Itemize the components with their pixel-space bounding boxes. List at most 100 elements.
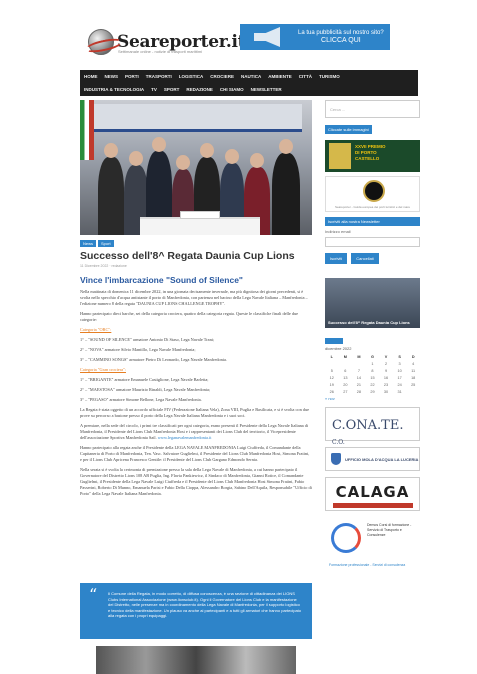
result-item: 1° – "SOUND OF SILENCE" armatore Antonio… bbox=[80, 337, 215, 342]
newsletter-buttons: Iscriviti Cancellati bbox=[325, 253, 420, 264]
site-header: Seareporter.it Settimanale online - noti… bbox=[0, 0, 477, 70]
blockquote: “ Il Comune della Regata, in modo corret… bbox=[80, 583, 312, 639]
article: News Sport Successo dell'8^ Regata Dauni… bbox=[80, 100, 312, 501]
nav-item-newsletter[interactable]: NEWSLETTER bbox=[251, 87, 282, 92]
nav-row-2: INDUSTRIA & TECNOLOGIA TV SPORT REDAZION… bbox=[80, 83, 418, 96]
event-banner bbox=[90, 104, 302, 132]
ad-line2: CLICCA QUI bbox=[321, 37, 361, 44]
ad1-line3: CASTELLO bbox=[355, 156, 380, 161]
nav-item-turismo[interactable]: TURISMO bbox=[319, 74, 340, 79]
ads-tab: Cliccate sulle immagini bbox=[325, 125, 372, 134]
nav-item-industria[interactable]: INDUSTRIA & TECNOLOGIA bbox=[84, 87, 144, 92]
globe-icon bbox=[88, 29, 114, 55]
article-title: Successo dell'8^ Regata Daunia Cup Lions bbox=[80, 250, 295, 262]
quote-text: Il Comune della Regata, in modo corretto… bbox=[108, 591, 302, 619]
result-item: 3° – "PEGASO" armatore Simone Bellone, L… bbox=[80, 397, 202, 402]
category-heading: Categoria "ORC": bbox=[80, 327, 112, 332]
tag-news[interactable]: News bbox=[80, 240, 97, 247]
nav-item-chi-siamo[interactable]: CHI SIAMO bbox=[220, 87, 244, 92]
result-item: 2° – "NOVA" armatore Silvio Mantillo, Le… bbox=[80, 347, 196, 352]
article-body: Nella mattinata di domenica 11 dicembre … bbox=[80, 289, 312, 497]
paragraph: A premiare, nella sede del circolo, i pr… bbox=[80, 423, 312, 441]
logo-tagline: Settimanale online - notizie di trasport… bbox=[118, 49, 203, 54]
paragraph: Nella mattinata di domenica 11 dicembre … bbox=[80, 289, 308, 306]
calendar-head: L M M G V S D bbox=[330, 354, 415, 359]
calendar-title: dicembre 2022 bbox=[325, 346, 352, 351]
nav-item-news[interactable]: NEWS bbox=[105, 74, 119, 79]
sponsor-logo-calaga[interactable]: CALAGA bbox=[325, 477, 420, 511]
nav-item-crociere[interactable]: CROCIERE bbox=[210, 74, 234, 79]
search-input[interactable]: Cerca ... bbox=[325, 100, 420, 118]
ad-text: La tua pubblicità sul nostro sito? CLICC… bbox=[298, 29, 384, 45]
header-ad-banner[interactable]: La tua pubblicità sul nostro sito? CLICC… bbox=[240, 24, 390, 50]
nav-item-porti[interactable]: PORTI bbox=[125, 74, 139, 79]
ufficio-logo-text: UFFICIO MOLA D'ACQUA LA LUCERIA bbox=[345, 456, 419, 462]
nav-item-trasporti[interactable]: TRASPORTI bbox=[146, 74, 172, 79]
newsletter-tab: Iscriviti alla nostra Newsletter bbox=[325, 217, 420, 226]
ad2-caption: Seareporter - Guida europea dei porti tu… bbox=[334, 205, 411, 209]
demos-ring-icon bbox=[331, 523, 361, 553]
unsubscribe-button[interactable]: Cancellati bbox=[351, 253, 379, 264]
conate-logo-text: C.ONA.TE. bbox=[332, 418, 404, 433]
photo-caption: Successo dell'8^ Regata Daunia Cup Lions bbox=[328, 320, 410, 325]
tag-sport[interactable]: Sport bbox=[98, 240, 114, 247]
calaga-logo-text: CALAGA bbox=[335, 483, 410, 501]
quote-icon: “ bbox=[89, 585, 98, 604]
ad-line1: La tua pubblicità sul nostro sito? bbox=[298, 30, 384, 36]
megaphone-icon bbox=[254, 27, 280, 47]
nav-item-redazione[interactable]: REDAZIONE bbox=[186, 87, 213, 92]
article-hero-photo bbox=[80, 100, 312, 235]
person bbox=[98, 143, 124, 235]
subscribe-button[interactable]: Iscriviti bbox=[325, 253, 348, 264]
demos-caption: Formazione professionale - Servizi di co… bbox=[329, 563, 406, 567]
flag bbox=[80, 100, 94, 160]
calendar: L M M G V S D 1234 5 6 7 8 9 10 11 12 13 14 15 16 1… bbox=[325, 353, 420, 395]
nav-item-sport[interactable]: SPORT bbox=[164, 87, 180, 92]
result-item: 3° – "CAMMINO SONGS" armatore Pietro Di … bbox=[80, 357, 227, 362]
nav-item-home[interactable]: HOME bbox=[84, 74, 98, 79]
calendar-week: 1234 bbox=[371, 361, 415, 366]
email-label: Indirizzo email bbox=[325, 229, 351, 234]
sponsor-logo-demos[interactable]: Demos Corsi di formazione - Servizio di … bbox=[325, 517, 420, 569]
email-field[interactable] bbox=[325, 237, 420, 247]
calaga-bar bbox=[332, 503, 413, 508]
nav-item-tv[interactable]: TV bbox=[151, 87, 157, 92]
article-link[interactable]: www.leganavalemanfredonia.it bbox=[158, 435, 212, 440]
main-nav: HOME NEWS PORTI TRASPORTI LOGISTICA CROC… bbox=[80, 70, 418, 96]
cake bbox=[180, 211, 220, 219]
calendar-week: 26 27 28 29 30 31 bbox=[329, 389, 402, 394]
sidebar: Cerca ... Cliccate sulle immagini XXVII … bbox=[325, 100, 420, 569]
paragraph: Hanno partecipato alla regata anche il P… bbox=[80, 445, 310, 462]
nav-item-citta[interactable]: CITTÀ bbox=[299, 74, 312, 79]
calendar-prev-link[interactable]: « nov bbox=[325, 396, 420, 401]
sponsor-logo-conate[interactable]: C.ONA.TE. C.O. bbox=[325, 407, 420, 446]
sidebar-ad-guide[interactable]: Seareporter - Guida europea dei porti tu… bbox=[325, 176, 420, 212]
calendar-week: 19 20 21 22 23 24 25 bbox=[329, 382, 416, 387]
conate-logo-small: C.O. bbox=[332, 439, 345, 446]
article-subtitle: Vince l'imbarcazione "Sound of Silence" bbox=[80, 275, 243, 285]
shield-icon bbox=[331, 453, 341, 465]
person bbox=[272, 139, 300, 235]
result-item: 1° – "BRIGANTE" armatore Emanuele Castig… bbox=[80, 377, 209, 382]
nav-item-logistica[interactable]: LOGISTICA bbox=[179, 74, 204, 79]
table bbox=[140, 217, 260, 235]
calendar-week: 5 6 7 8 9 10 11 bbox=[330, 368, 416, 373]
sidebar-ad-premio[interactable]: XXVII PREMIO DI PORTO CASTELLO bbox=[325, 140, 420, 172]
paragraph: Hanno partecipato dieci barche, sei dell… bbox=[80, 311, 299, 322]
site-logo[interactable]: Seareporter.it Settimanale online - noti… bbox=[88, 24, 245, 60]
result-item: 2° – "MAESTOSA" armatore Maurizio Rinald… bbox=[80, 387, 211, 392]
sponsor-logo-ufficio[interactable]: UFFICIO MOLA D'ACQUA LA LUCERIA bbox=[325, 447, 420, 471]
nav-item-nautica[interactable]: NAUTICA bbox=[241, 74, 261, 79]
demos-text: Demos Corsi di formazione - Servizio di … bbox=[367, 523, 412, 537]
nav-item-ambiente[interactable]: AMBIENTE bbox=[268, 74, 292, 79]
calendar-week: 12 13 14 15 16 17 18 bbox=[329, 375, 416, 380]
page: Seareporter.it Settimanale online - noti… bbox=[0, 0, 477, 674]
badge-icon bbox=[363, 180, 385, 202]
calendar-tab bbox=[325, 338, 343, 344]
paragraph: Nella serata si è svolta la cerimonia di… bbox=[80, 467, 312, 496]
paragraph: La Regata è stata oggetto di un accordo … bbox=[80, 407, 310, 418]
sidebar-news-photo[interactable]: Successo dell'8^ Regata Daunia Cup Lions bbox=[325, 278, 420, 328]
bottom-photo bbox=[96, 646, 296, 674]
article-meta: 11 Dicembre 2022 · redazione bbox=[80, 264, 127, 268]
nav-row-1: HOME NEWS PORTI TRASPORTI LOGISTICA CROC… bbox=[80, 70, 418, 83]
